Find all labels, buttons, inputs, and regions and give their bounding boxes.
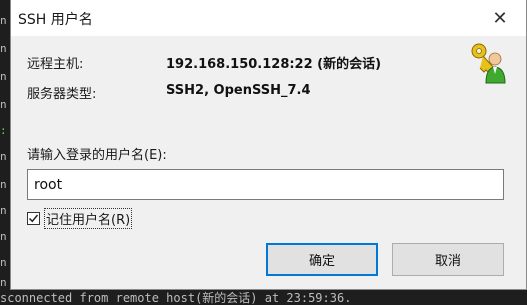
terminal-bottom-line: sconnected from remote host(新的会话) at 23:… — [0, 291, 352, 305]
server-type-value: SSH2, OpenSSH_7.4 — [166, 83, 311, 98]
checkbox-box[interactable] — [27, 212, 40, 225]
terminal-fragment: : — [0, 124, 7, 137]
terminal-fragment: n — [0, 204, 7, 217]
user-key-icon — [471, 43, 506, 84]
terminal-fragment: n — [0, 14, 7, 27]
terminal-fragment: n — [0, 178, 7, 191]
server-type-label: 服务器类型: — [27, 87, 97, 102]
terminal-fragment: n — [0, 230, 7, 243]
checkmark-icon — [28, 214, 39, 223]
username-input[interactable] — [27, 169, 504, 200]
terminal-fragment: n — [0, 42, 7, 55]
terminal-fragment: n — [0, 70, 7, 83]
close-button[interactable]: ✕ — [488, 6, 512, 30]
close-icon: ✕ — [492, 7, 508, 29]
dialog-titlebar: SSH 用户名 ✕ — [11, 0, 526, 36]
terminal-fragment: n — [0, 256, 7, 269]
terminal-fragment: n — [0, 98, 7, 111]
cancel-button[interactable]: 取消 — [392, 243, 504, 276]
terminal-fragment: n — [0, 276, 7, 289]
remote-host-label: 远程主机: — [27, 57, 84, 72]
remember-username-label: 记住用户名(R) — [44, 208, 133, 229]
username-prompt: 请输入登录的用户名(E): — [27, 148, 167, 163]
remember-username-checkbox[interactable]: 记住用户名(R) — [27, 208, 133, 229]
ssh-username-dialog: SSH 用户名 ✕ 远程主机: 192.168.150.128:22 (新的会话… — [10, 0, 527, 290]
ok-button[interactable]: 确定 — [266, 243, 378, 276]
remote-host-value: 192.168.150.128:22 (新的会话) — [166, 57, 382, 72]
terminal-fragment: n — [0, 150, 7, 163]
dialog-title: SSH 用户名 — [18, 12, 93, 28]
